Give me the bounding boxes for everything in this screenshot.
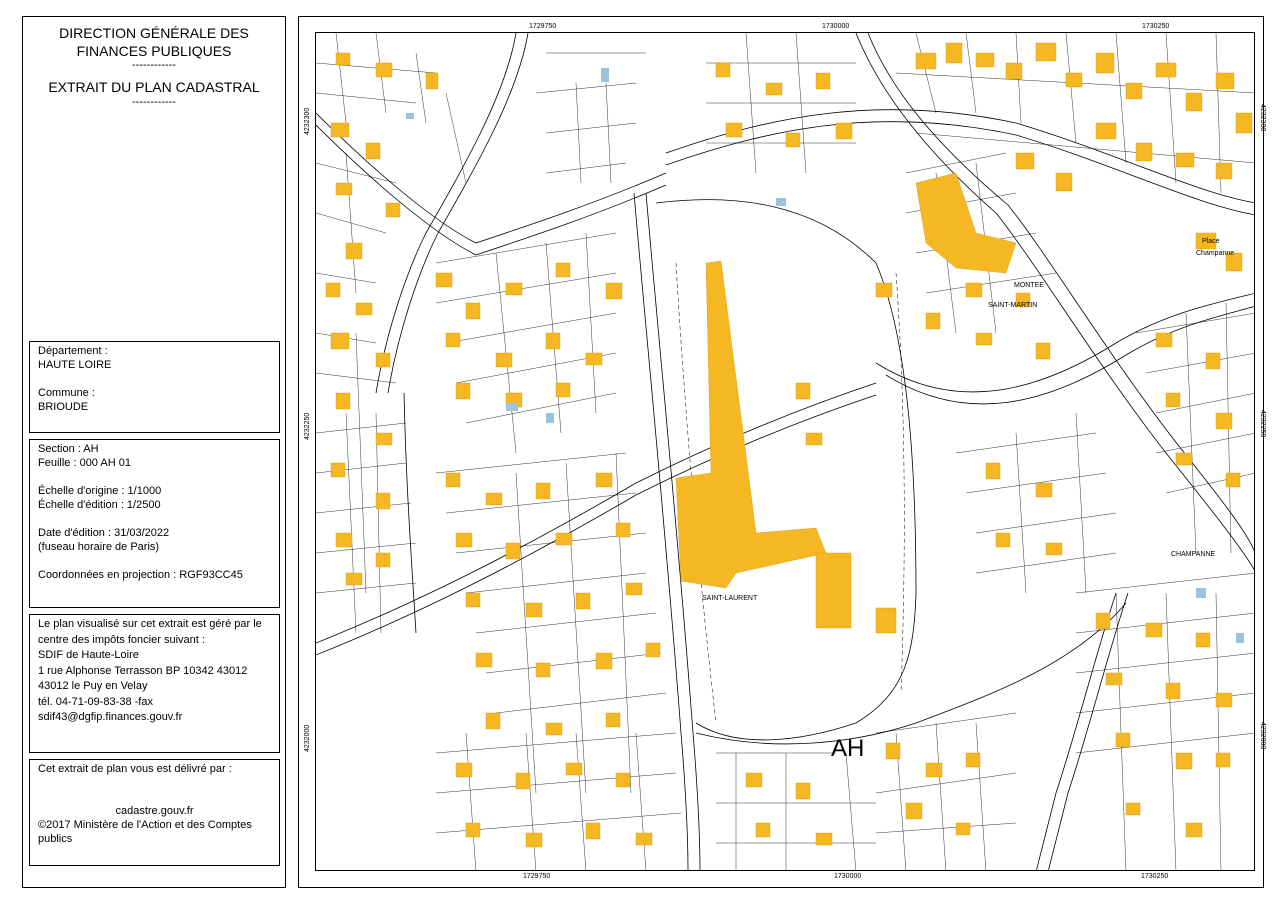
delivery-copyright-cont: publics [38,833,73,845]
y-coord-right-3: 4232000 [1259,722,1266,750]
y-coord-right-2: 4232250 [1259,410,1266,438]
departement-value: HAUTE LOIRE [38,359,112,371]
fuseau-text: (fuseau horaire de Paris) [38,541,160,553]
place-champanne: CHAMPANNE [1171,551,1216,558]
management-line-3: SDIF de Haute-Loire [38,649,139,661]
place-label-champanne-small: Champanne [1196,250,1235,257]
x-coord-bottom-1: 1729750 [523,873,551,880]
management-box: Le plan visualisé sur cet extrait est gé… [29,614,280,753]
cadastral-map[interactable]: AH MONTEE SAINT-MARTIN SAINT-LAURENT CHA… [315,32,1255,871]
header-title: EXTRAIT DU PLAN CADASTRAL [48,79,260,95]
place-label-place: Place [1202,238,1220,245]
location-box: Département : HAUTE LOIRE Commune : BRIO… [29,341,280,433]
commune-value: BRIOUDE [38,401,89,413]
commune-label: Commune : [38,387,95,399]
y-coord-left-3: 4232000 [304,724,311,752]
y-coord-right-1: 4232300 [1259,104,1266,132]
header-line-2: FINANCES PUBLIQUES [76,43,232,59]
management-line-5: 43012 le Puy en Velay [38,680,148,692]
place-montee: MONTEE [1014,282,1044,289]
y-coord-left-1: 4232300 [304,107,311,135]
management-line-1: Le plan visualisé sur cet extrait est gé… [38,618,262,630]
section-text: Section : AH [38,443,99,455]
management-line-6: tél. 04-71-09-83-38 -fax [38,695,153,708]
date-edition-text: Date d'édition : 31/03/2022 [38,527,170,539]
echelle-origine-text: Échelle d'origine : 1/1000 [38,485,162,497]
x-coord-top-3: 1730250 [1142,23,1170,30]
info-panel: DIRECTION GÉNÉRALE DES FINANCES PUBLIQUE… [22,16,286,888]
x-coord-top-2: 1730000 [822,23,850,30]
echelle-edition-text: Échelle d'édition : 1/2500 [38,499,161,511]
departement-label: Département : [38,345,108,357]
roads [316,33,1254,870]
x-coord-bottom-2: 1730000 [834,873,862,880]
delivery-copyright: ©2017 Ministère de l'Action et des Compt… [38,819,252,831]
section-label: AH [831,735,865,762]
management-line-4: 1 rue Alphonse Terrasson BP 10342 43012 [38,664,248,677]
management-email: sdif43@dgfip.finances.gouv.fr [38,711,183,723]
parcel-lines [316,33,1254,870]
sheet-info-box: Section : AH Feuille : 000 AH 01 Échelle… [29,439,280,608]
header-separator-1: ------------ [132,59,176,71]
place-saint-laurent: SAINT-LAURENT [702,595,758,602]
management-line-2: centre des impôts foncier suivant : [38,633,205,646]
x-coord-bottom-3: 1730250 [1141,873,1169,880]
y-coord-left-2: 4232250 [304,412,311,440]
map-drawing [316,33,1254,870]
delivery-site: cadastre.gouv.fr [115,805,194,817]
feuille-text: Feuille : 000 AH 01 [38,457,131,469]
place-saint-martin: SAINT-MARTIN [988,302,1038,309]
header-separator-2: ------------ [132,96,176,108]
delivery-line-1: Cet extrait de plan vous est délivré par… [38,763,232,775]
delivery-box: Cet extrait de plan vous est délivré par… [29,759,280,866]
coordonnees-text: Coordonnées en projection : RGF93CC45 [38,569,243,581]
header-line-1: DIRECTION GÉNÉRALE DES [59,25,249,41]
x-coord-top-1: 1729750 [529,23,557,30]
